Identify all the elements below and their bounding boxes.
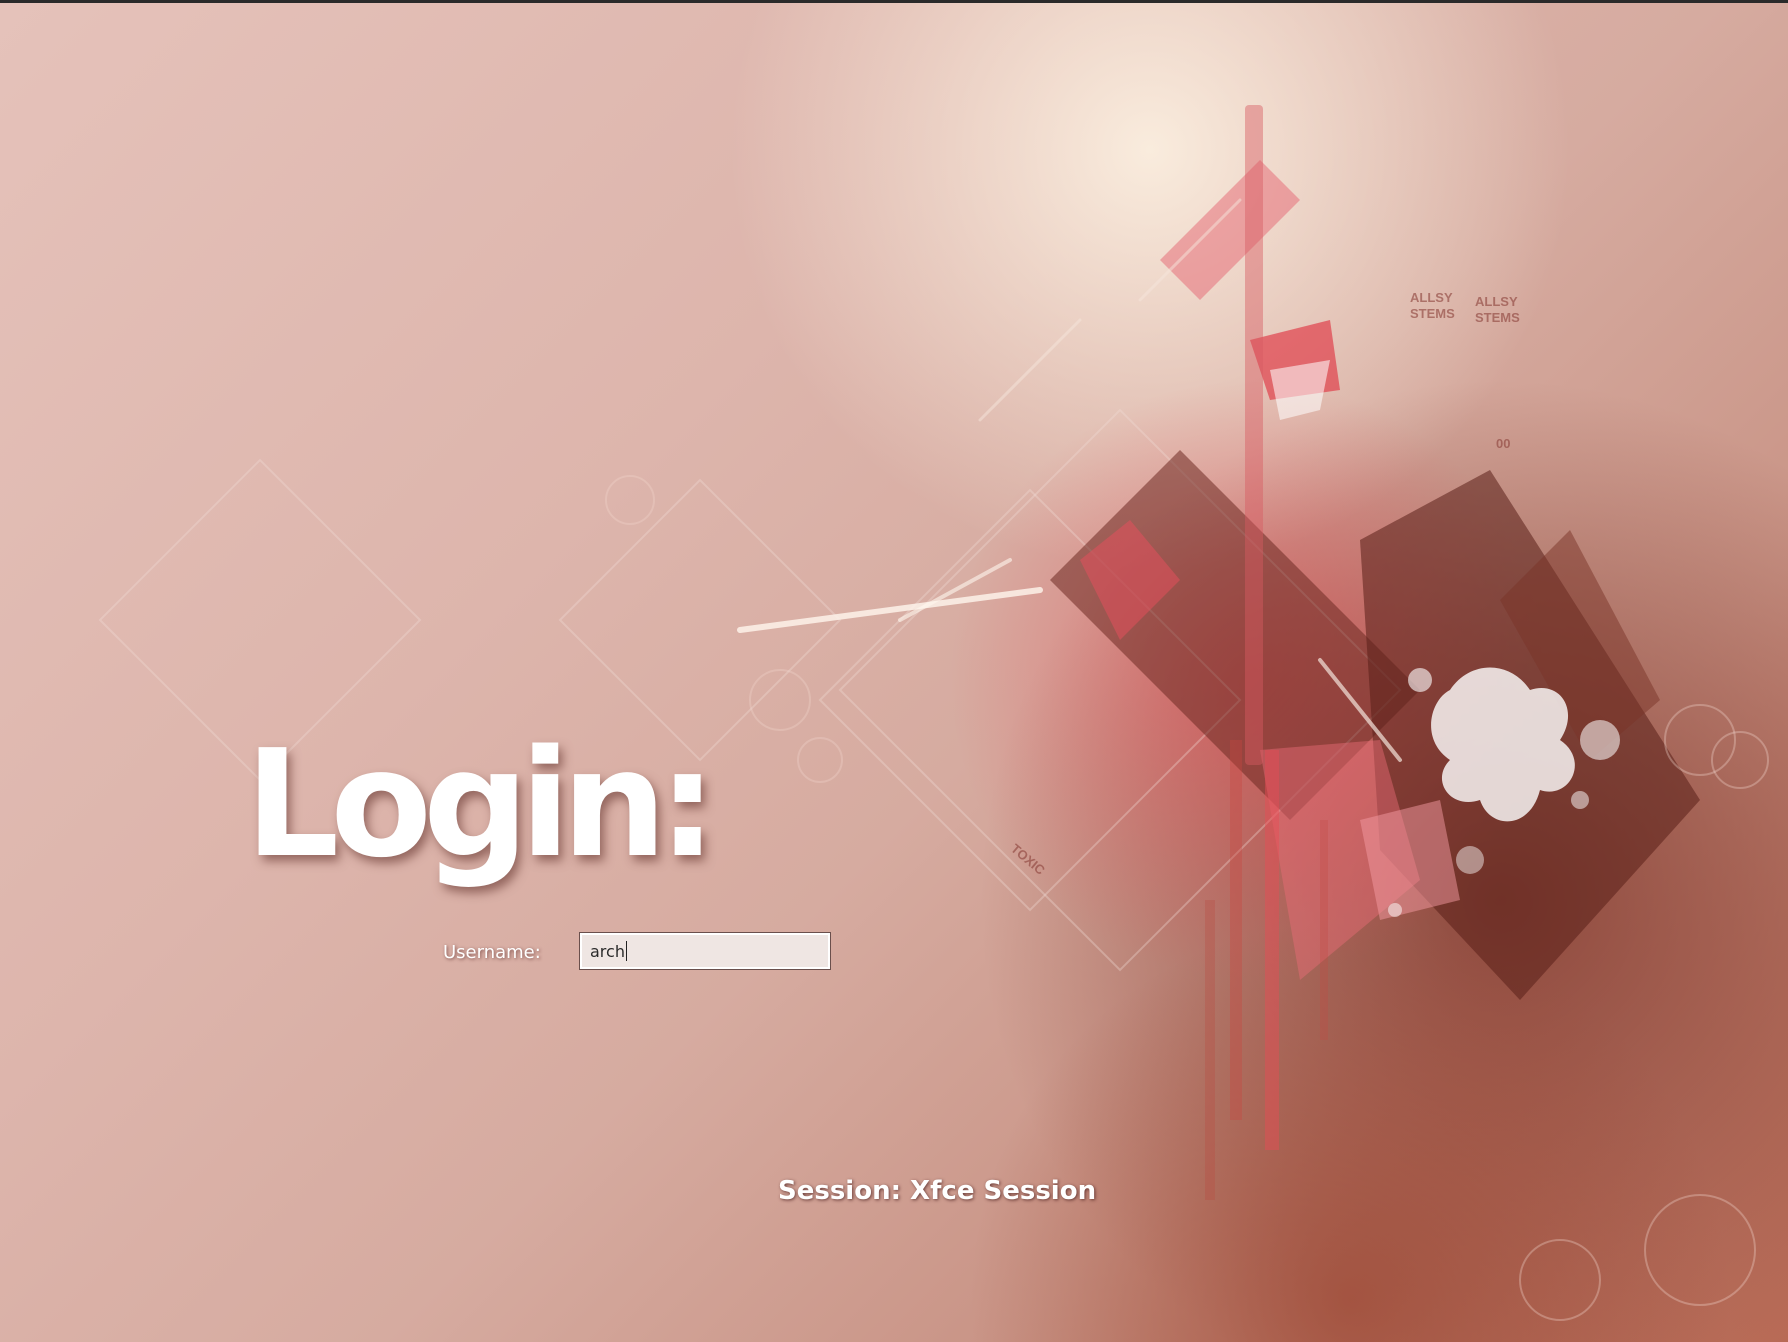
login-title: Login: <box>245 718 717 890</box>
wallpaper-mark-allsy-2: ALLSY <box>1475 294 1518 309</box>
wallpaper-mark-stems-1: STEMS <box>1410 306 1455 321</box>
login-screen: ALLSY ALLSY STEMS STEMS 00 TOXIC Login: … <box>0 0 1788 1342</box>
wallpaper-mark-stems-2: STEMS <box>1475 310 1520 325</box>
wallpaper-mark-allsy-1: ALLSY <box>1410 290 1453 305</box>
session-selector[interactable]: Session: Xfce Session <box>778 1176 1096 1206</box>
username-value: arch <box>590 941 625 961</box>
abstract-wallpaper: ALLSY ALLSY STEMS STEMS 00 TOXIC <box>0 0 1788 1342</box>
text-cursor <box>625 941 627 961</box>
top-edge-bar <box>0 0 1788 3</box>
wallpaper-mark-00: 00 <box>1496 436 1510 451</box>
username-input[interactable]: arch <box>579 932 831 970</box>
username-label: Username: <box>443 942 541 963</box>
